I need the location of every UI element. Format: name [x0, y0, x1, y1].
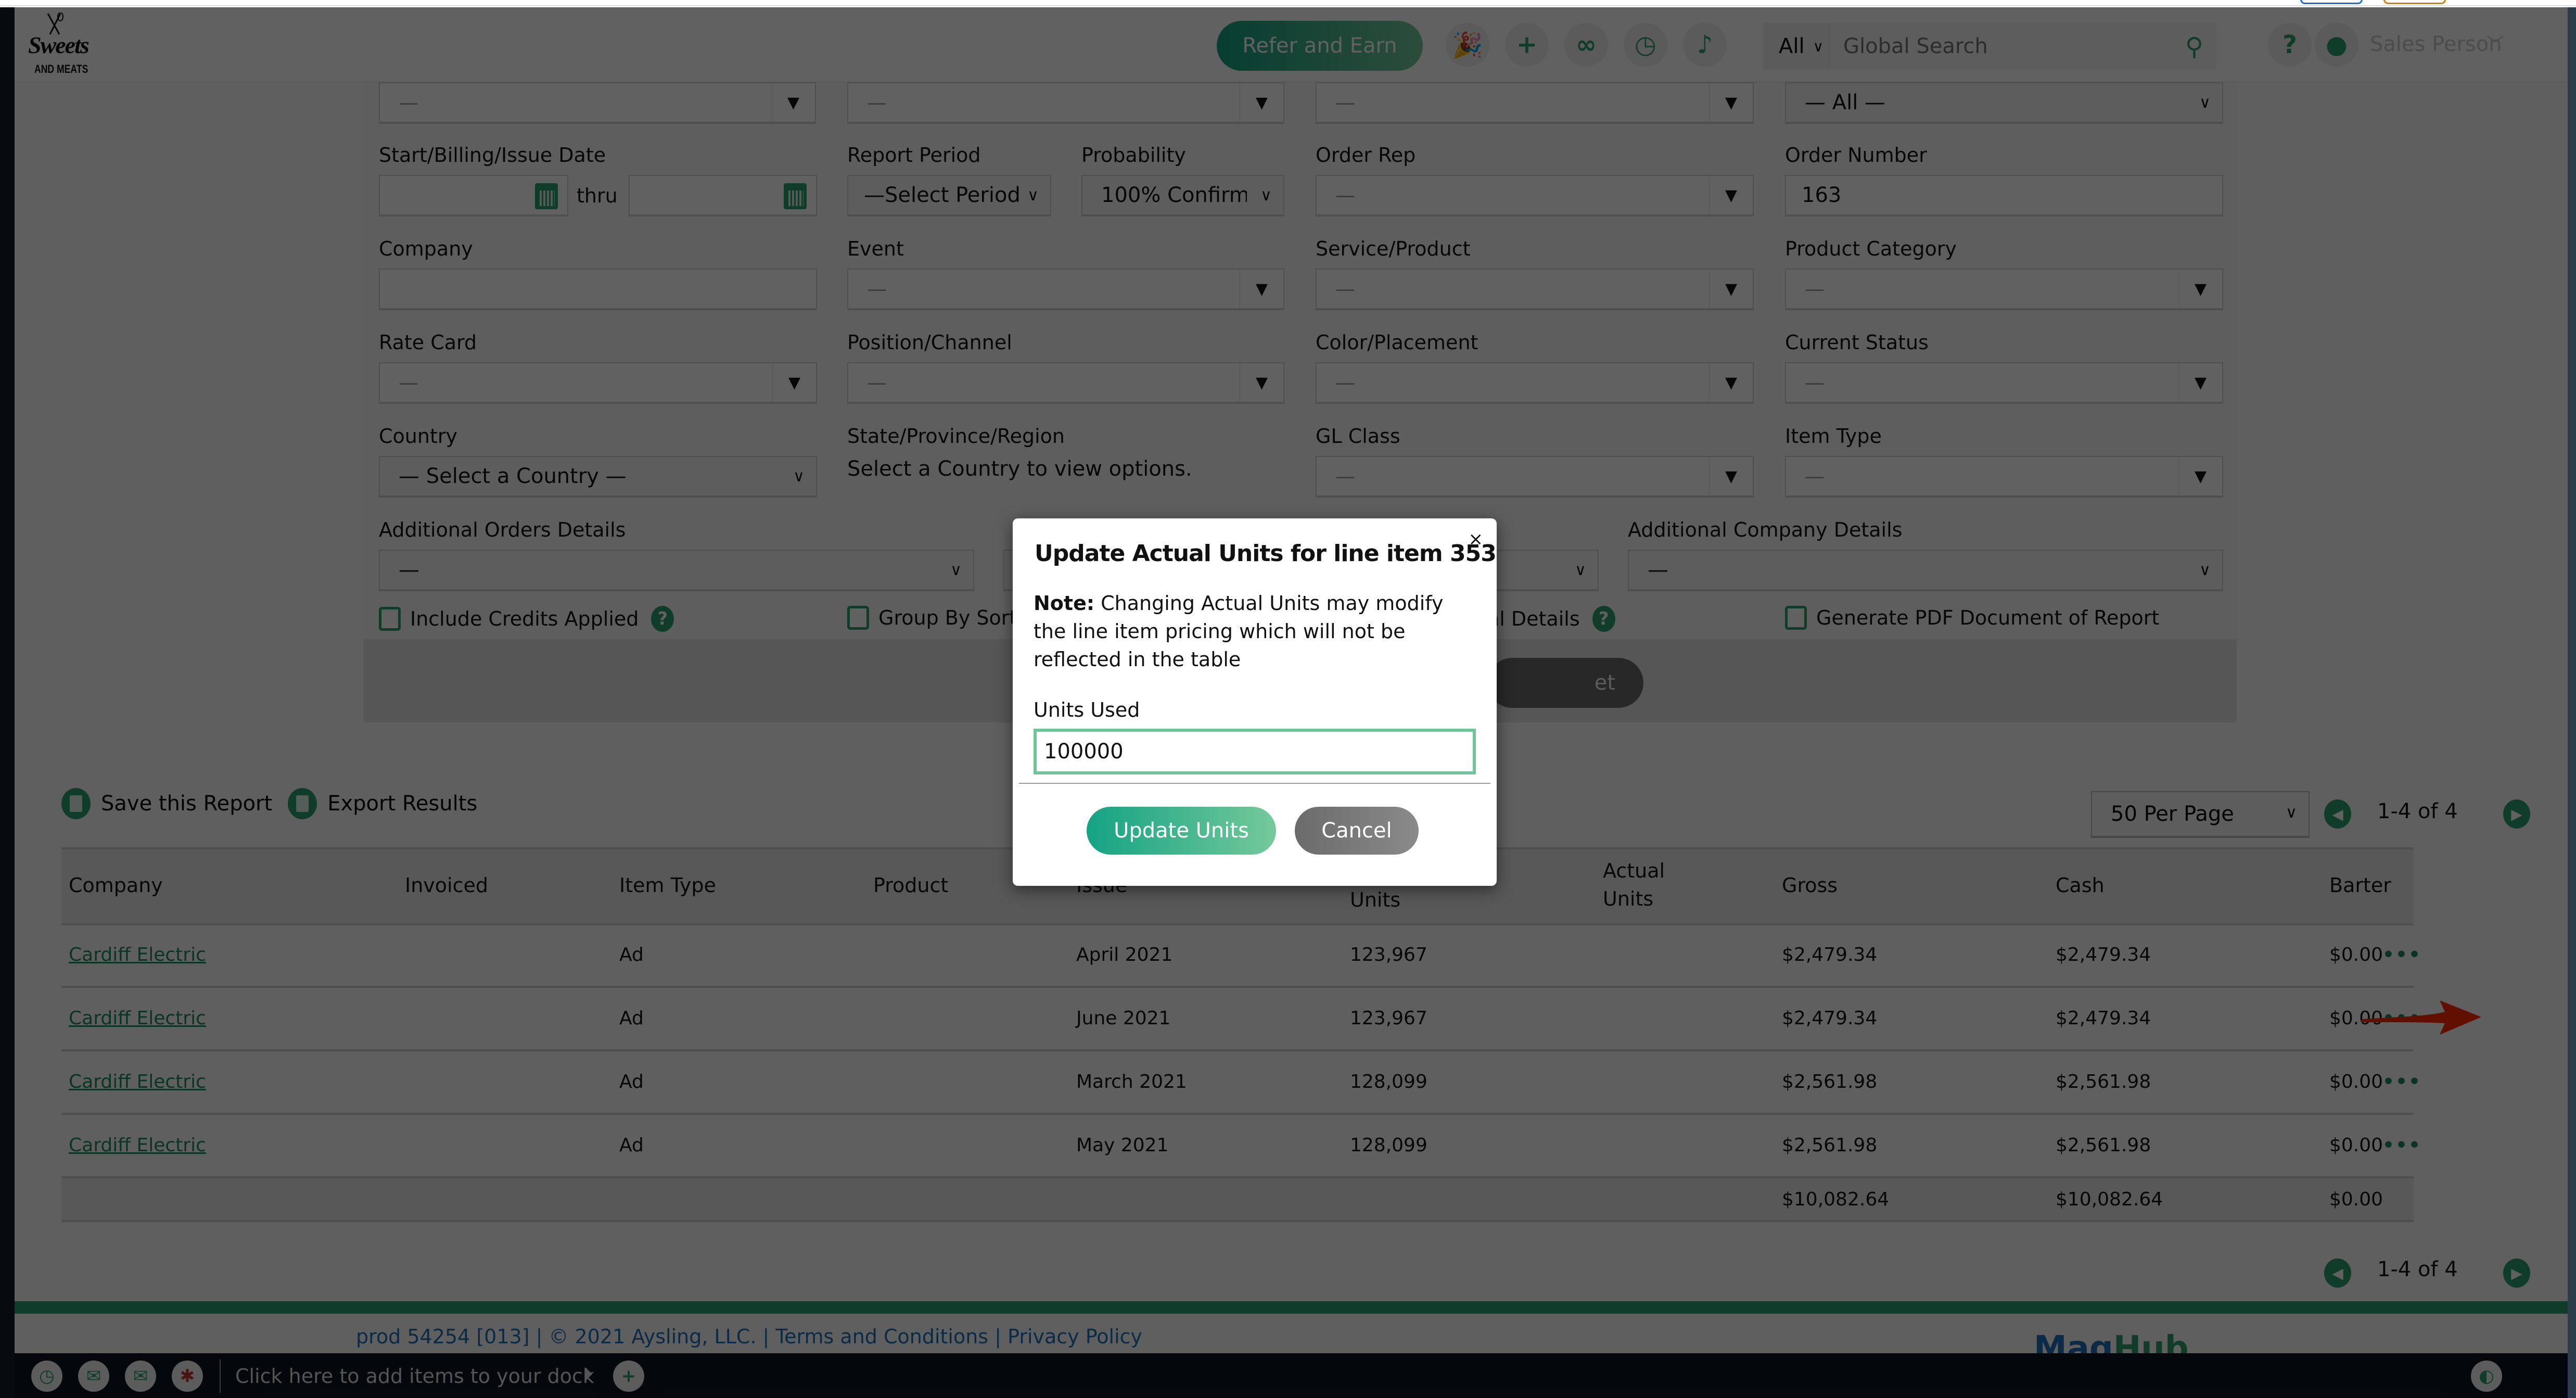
modal-title: Update Actual Units for line item 353 — [1035, 540, 1497, 567]
units-used-label: Units Used — [1034, 698, 1140, 721]
browser-chrome-top — [0, 0, 2576, 6]
update-units-modal: × Update Actual Units for line item 353 … — [1013, 518, 1497, 886]
update-units-button[interactable]: Update Units — [1087, 807, 1276, 855]
modal-note: Note: Changing Actual Units may modify t… — [1034, 589, 1476, 673]
window-left-edge — [0, 7, 15, 1398]
browser-button-orange[interactable] — [2383, 0, 2446, 4]
cancel-button[interactable]: Cancel — [1295, 807, 1419, 855]
units-used-input[interactable] — [1034, 729, 1476, 774]
note-text: Changing Actual Units may modify the lin… — [1034, 592, 1444, 671]
window-right-edge — [2568, 7, 2576, 1398]
browser-button-blue[interactable] — [2300, 0, 2363, 4]
note-label: Note: — [1034, 592, 1095, 615]
modal-divider — [1019, 783, 1490, 784]
